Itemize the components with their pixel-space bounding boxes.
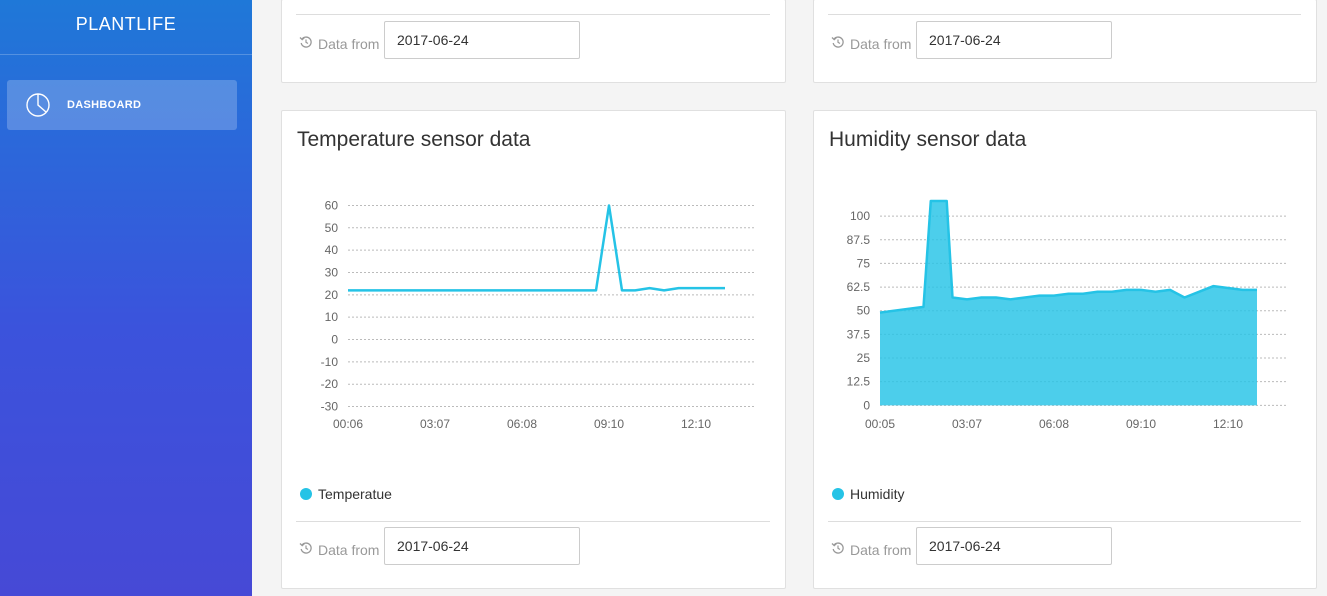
- x-tick-label: 06:08: [1039, 417, 1069, 431]
- date-input[interactable]: [384, 21, 580, 59]
- y-tick-label: 0: [331, 333, 338, 347]
- chart-legend: Temperatue: [300, 486, 392, 502]
- card-divider: [296, 521, 770, 522]
- y-tick-label: 50: [325, 221, 339, 235]
- pie-chart-icon: [23, 90, 53, 120]
- card-divider: [828, 521, 1301, 522]
- y-tick-label: 50: [857, 304, 871, 318]
- sidebar-item-label: DASHBOARD: [67, 99, 142, 111]
- card-divider: [296, 14, 770, 15]
- x-tick-label: 00:06: [333, 417, 363, 431]
- legend-label: Temperatue: [318, 486, 392, 502]
- sidebar: PLANTLIFE DASHBOARD: [0, 0, 252, 596]
- legend-swatch: [300, 488, 312, 500]
- y-tick-label: 37.5: [847, 327, 871, 341]
- card-divider: [828, 14, 1301, 15]
- x-tick-label: 03:07: [952, 417, 982, 431]
- series-area: [880, 201, 1257, 406]
- history-icon: [831, 35, 845, 49]
- y-tick-label: -20: [321, 377, 339, 391]
- y-tick-label: -10: [321, 355, 339, 369]
- history-icon: [299, 541, 313, 555]
- date-input[interactable]: [384, 527, 580, 565]
- y-tick-label: 25: [857, 351, 871, 365]
- data-from-label: Data from: [850, 36, 912, 52]
- series-line: [348, 204, 725, 292]
- y-tick-label: 87.5: [847, 233, 871, 247]
- y-tick-label: 100: [850, 209, 870, 223]
- x-tick-label: 00:05: [865, 417, 895, 431]
- legend-swatch: [832, 488, 844, 500]
- y-tick-label: -30: [321, 400, 339, 414]
- y-tick-label: 10: [325, 310, 339, 324]
- y-tick-label: 12.5: [847, 375, 871, 389]
- data-from-label: Data from: [850, 542, 912, 558]
- y-tick-label: 0: [863, 398, 870, 412]
- y-tick-label: 75: [857, 256, 871, 270]
- date-input[interactable]: [916, 527, 1112, 565]
- x-tick-label: 09:10: [594, 417, 624, 431]
- humidity-card: Humidity sensor data 100 87.5 75 62.5 50 37.5…: [813, 110, 1317, 589]
- top-card-right: Data from: [813, 0, 1317, 83]
- x-tick-label: 12:10: [1213, 417, 1243, 431]
- x-tick-label: 12:10: [681, 417, 711, 431]
- app-logo: PLANTLIFE: [0, 0, 252, 55]
- date-input[interactable]: [916, 21, 1112, 59]
- x-tick-label: 09:10: [1126, 417, 1156, 431]
- x-tick-label: 06:08: [507, 417, 537, 431]
- data-from-label: Data from: [318, 542, 380, 558]
- y-tick-label: 40: [325, 243, 339, 257]
- top-card-left: Data from: [281, 0, 786, 83]
- legend-label: Humidity: [850, 486, 905, 502]
- history-icon: [831, 541, 845, 555]
- data-from-label: Data from: [318, 36, 380, 52]
- temperature-card: Temperature sensor data 60 50 40 30 20 10 0 -10…: [281, 110, 786, 589]
- temperature-chart: 60 50 40 30 20 10 0 -10 -20 -30 00:06 03:07 06:08 09:…: [321, 198, 754, 431]
- y-tick-label: 30: [325, 265, 339, 279]
- y-tick-label: 60: [325, 198, 339, 212]
- chart-legend: Humidity: [832, 486, 904, 502]
- y-tick-label: 20: [325, 288, 339, 302]
- x-tick-label: 03:07: [420, 417, 450, 431]
- sidebar-item-dashboard[interactable]: DASHBOARD: [7, 80, 237, 130]
- history-icon: [299, 35, 313, 49]
- y-tick-label: 62.5: [847, 280, 871, 294]
- humidity-chart: 100 87.5 75 62.5 50 37.5 25 12.5 0 00:05 03:07 06:0…: [847, 199, 1286, 431]
